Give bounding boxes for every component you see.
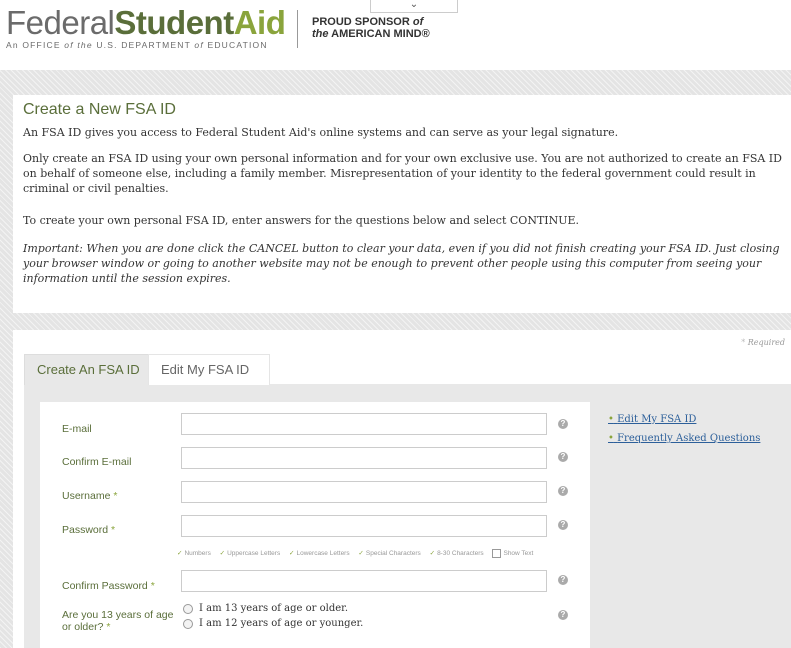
check-icon: ✓ [219, 550, 226, 558]
bullet-icon: • [608, 414, 614, 425]
help-icon[interactable]: ? [558, 520, 568, 530]
required-star: * [110, 490, 118, 502]
age-question-label: Are you 13 years of age or older? * [62, 609, 174, 633]
confirm-email-label: Confirm E-mail [62, 456, 132, 468]
registered-mark: ® [421, 28, 430, 40]
confirm-password-input[interactable] [181, 570, 547, 592]
radio-button[interactable] [183, 618, 193, 629]
check-icon: ✓ [429, 550, 436, 558]
age-option-12-or-younger[interactable]: I am 12 years of age or younger. [183, 618, 363, 630]
form-panel: * Required Create An FSA ID Edit My FSA … [13, 330, 791, 648]
link-edit-my-fsa-id[interactable]: • Edit My FSA ID [608, 410, 760, 429]
password-input[interactable] [181, 515, 547, 537]
confirm-email-input[interactable] [181, 447, 547, 469]
hint-text: Uppercase Letters [227, 550, 281, 558]
sponsor-text: AMERICAN MIND [328, 28, 422, 40]
username-label-text: Username [62, 490, 111, 502]
site-header: FederalStudentAid An OFFICE of the U.S. … [0, 0, 791, 70]
help-icon[interactable]: ? [558, 575, 568, 585]
username-label: Username * [62, 490, 117, 502]
required-star: * [108, 524, 116, 536]
email-label: E-mail [62, 423, 92, 435]
age-question-line-2: or older? * [62, 621, 174, 633]
sponsor-line-2: the AMERICAN MIND® [312, 28, 430, 40]
check-icon: ✓ [358, 550, 364, 558]
show-text-checkbox[interactable] [492, 549, 502, 558]
help-icon[interactable]: ? [558, 486, 568, 496]
page-title: Create a New FSA ID [23, 101, 176, 118]
logo-subtitle: An OFFICE of the U.S. DEPARTMENT of EDUC… [6, 40, 285, 50]
help-icon[interactable]: ? [558, 452, 568, 462]
show-text-toggle[interactable]: Show Text [492, 549, 534, 558]
hint-uppercase: ✓ Uppercase Letters [220, 550, 281, 557]
radio-label: I am 12 years of age or younger. [199, 618, 364, 629]
logo-sub-part: of the [64, 40, 93, 50]
top-dropdown-toggle[interactable]: ⌄ [370, 0, 458, 13]
age-question-text: or older? [62, 621, 104, 633]
sponsor-text: the [312, 28, 329, 40]
intro-important-note: Important: When you are done click the C… [23, 242, 780, 285]
email-input[interactable] [181, 413, 547, 435]
intro-paragraph-2: Only create an FSA ID using your own per… [23, 152, 782, 195]
bullet-icon: • [608, 433, 614, 444]
age-question-line-1: Are you 13 years of age [62, 609, 174, 621]
check-icon: ✓ [177, 550, 183, 558]
help-icon[interactable]: ? [558, 610, 568, 620]
logo-sub-part: EDUCATION [203, 40, 268, 50]
hint-text: Special Characters [365, 550, 421, 558]
logo-word-federal: Federal [6, 4, 115, 41]
radio-label: I am 13 years of age or older. [199, 603, 349, 614]
password-label: Password * [62, 524, 115, 536]
tab-edit-my-fsa-id[interactable]: Edit My FSA ID [148, 354, 270, 385]
fsa-logo[interactable]: FederalStudentAid An OFFICE of the U.S. … [6, 4, 286, 50]
age-option-13-or-older[interactable]: I am 13 years of age or older. [183, 603, 348, 615]
link-label: Edit My FSA ID [617, 414, 697, 425]
required-star: * [147, 580, 155, 592]
logo-word-aid: Aid [233, 4, 286, 41]
hint-text: Lowercase Letters [296, 550, 350, 558]
link-faq[interactable]: • Frequently Asked Questions [608, 429, 760, 448]
intro-paragraph-3: To create your own personal FSA ID, ente… [23, 214, 580, 227]
sponsor-text: of [412, 16, 424, 28]
password-label-text: Password [62, 524, 109, 536]
required-label: Required [745, 338, 785, 347]
chevron-down-icon: ⌄ [409, 0, 419, 10]
intro-paragraph-1: An FSA ID gives you access to Federal St… [23, 126, 619, 139]
help-icon[interactable]: ? [558, 419, 568, 429]
logo-word-student: Student [114, 4, 234, 41]
intro-panel: Create a New FSA ID An FSA ID gives you … [13, 95, 791, 313]
confirm-password-label-text: Confirm Password [62, 580, 148, 592]
hint-text: Numbers [184, 550, 211, 558]
sponsor-tagline: PROUD SPONSOR of the AMERICAN MIND® [312, 16, 430, 40]
logo-sub-part: An OFFICE [6, 40, 65, 50]
header-divider [297, 10, 298, 48]
radio-button[interactable] [183, 603, 193, 614]
link-label: Frequently Asked Questions [617, 433, 761, 444]
logo-title: FederalStudentAid [6, 4, 286, 42]
hint-numbers: ✓ Numbers [177, 550, 211, 557]
sponsor-line-1: PROUD SPONSOR of [312, 16, 430, 28]
hint-text: 8-30 Characters [437, 550, 484, 558]
password-requirements: ✓ Numbers ✓ Uppercase Letters ✓ Lowercase L… [177, 549, 533, 558]
username-input[interactable] [181, 481, 547, 503]
side-links: • Edit My FSA ID • Frequently Asked Ques… [608, 410, 760, 448]
confirm-password-label: Confirm Password * [62, 580, 155, 592]
sponsor-text: PROUD SPONSOR [312, 16, 413, 28]
logo-sub-part: U.S. DEPARTMENT [92, 40, 195, 50]
hint-special: ✓ Special Characters [358, 550, 420, 557]
hint-lowercase: ✓ Lowercase Letters [289, 550, 350, 557]
required-note: * Required [741, 338, 785, 347]
logo-sub-part: of [194, 40, 204, 50]
check-icon: ✓ [289, 550, 295, 558]
required-star: * [103, 621, 111, 633]
tab-create-fsa-id[interactable]: Create An FSA ID [24, 354, 161, 385]
hint-length: ✓ 8-30 Characters [430, 550, 484, 557]
show-text-label: Show Text [503, 550, 534, 558]
